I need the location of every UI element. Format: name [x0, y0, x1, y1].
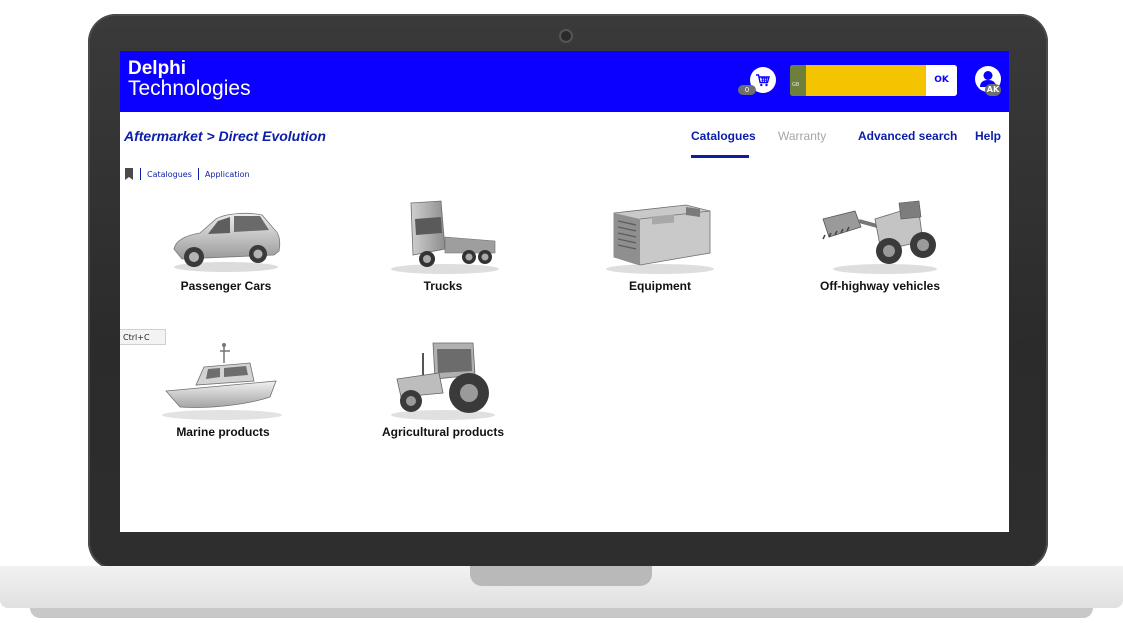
- laptop-notch: [470, 566, 652, 586]
- tile-label: Equipment: [629, 279, 691, 293]
- screen: Delphi Technologies 0 GB OK AK Aftermark…: [120, 51, 1009, 532]
- search-input[interactable]: [806, 65, 926, 96]
- tile-agricultural-products[interactable]: Agricultural products: [353, 339, 533, 439]
- nav-help[interactable]: Help: [975, 129, 1001, 143]
- bookmark-icon[interactable]: [124, 168, 134, 180]
- loader-icon: [822, 200, 937, 274]
- user-initials-badge: AK: [985, 84, 1001, 96]
- tile-equipment[interactable]: Equipment: [570, 197, 750, 293]
- tile-label: Marine products: [176, 425, 270, 439]
- boat-icon: [162, 343, 282, 420]
- truck-icon: [391, 200, 499, 274]
- tile-label: Passenger Cars: [180, 279, 272, 293]
- tile-label: Off-highway vehicles: [819, 279, 941, 293]
- camera-icon: [559, 29, 573, 43]
- search-prefix: GB: [792, 82, 800, 88]
- breadcrumb[interactable]: Aftermarket > Direct Evolution: [124, 128, 326, 144]
- tile-trucks[interactable]: Trucks: [353, 197, 533, 293]
- generator-icon: [606, 204, 714, 274]
- active-tab-indicator: [691, 155, 749, 158]
- cart-count-badge: 0: [738, 85, 756, 95]
- subnav-catalogues[interactable]: Catalogues: [147, 170, 192, 179]
- tile-off-highway-vehicles[interactable]: Off-highway vehicles: [790, 197, 970, 293]
- sub-navigation: Catalogues Application: [124, 167, 250, 181]
- top-bar: Delphi Technologies 0 GB OK AK: [120, 51, 1009, 112]
- search-ok-button[interactable]: OK: [926, 65, 957, 96]
- subnav-application[interactable]: Application: [205, 170, 250, 179]
- search-flag[interactable]: GB: [790, 65, 806, 96]
- logo-line2: Technologies: [128, 77, 251, 100]
- logo-line1: Delphi: [128, 58, 187, 79]
- logo[interactable]: Delphi Technologies: [128, 58, 251, 100]
- nav-advanced-search[interactable]: Advanced search: [858, 129, 957, 143]
- nav-warranty[interactable]: Warranty: [778, 129, 826, 143]
- tractor-icon: [391, 342, 495, 420]
- tile-passenger-cars[interactable]: Passenger Cars: [136, 197, 316, 293]
- nav-catalogues[interactable]: Catalogues: [691, 129, 756, 143]
- keyboard-shortcut-tooltip: Ctrl+C: [120, 329, 166, 345]
- car-icon: [173, 212, 281, 272]
- tile-label: Agricultural products: [381, 425, 504, 439]
- tile-marine-products[interactable]: Marine products: [133, 339, 313, 439]
- tile-label: Trucks: [423, 279, 463, 293]
- search-box: GB OK: [790, 65, 957, 96]
- laptop-base: [0, 566, 1123, 623]
